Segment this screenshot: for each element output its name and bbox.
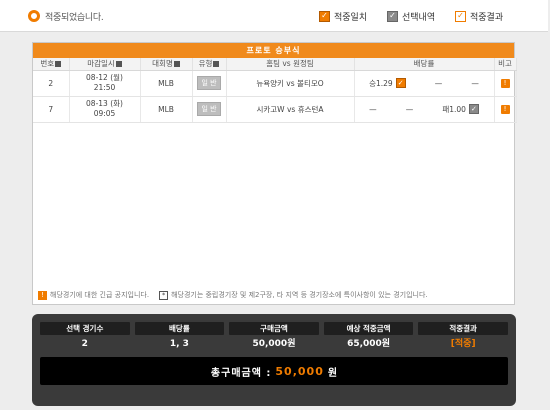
summary-expected: 예상 적중금액 65,000원 — [323, 322, 414, 353]
summary-result: 적중결과 [적중] — [418, 322, 508, 353]
row-league: MLB — [140, 96, 193, 123]
summary-value: [적중] — [450, 339, 476, 349]
odds-win-value: 승1.29 — [369, 78, 393, 88]
total-unit: 원 — [327, 367, 338, 379]
summary-purchase: 구매금액 50,000원 — [229, 322, 319, 353]
summary-value: 65,000원 — [347, 339, 391, 349]
selected-check-icon: ✓ — [468, 104, 479, 114]
summary-panel: 선택 경기수 2 배당률 1, 3 구매금액 50,000원 예상 적중금액 6… — [32, 314, 516, 406]
sort-icon[interactable] — [173, 61, 180, 68]
result-message: 적중되었습니다. — [45, 13, 104, 23]
note-alert-icon[interactable]: ! — [500, 105, 510, 114]
col-league[interactable]: 대회명 — [140, 58, 193, 71]
neutral-venue-icon: * — [159, 290, 169, 300]
urgent-notice-icon: ! — [38, 290, 47, 300]
checkbox-orange-icon: ✓ — [319, 10, 330, 22]
col-number[interactable]: 번호 — [33, 58, 70, 71]
summary-games: 선택 경기수 2 — [40, 322, 130, 353]
row-date: 08-12 (월) — [86, 73, 123, 82]
col-deadline[interactable]: 마감일시 — [69, 58, 141, 71]
hit-check-icon: ✓ — [395, 78, 406, 88]
col-note: 비고 — [494, 58, 517, 71]
checkbox-outline-icon: ✓ — [455, 10, 466, 22]
table-header-row: 번호 마감일시 대회명 유형 홈팀 vs 원정팀 배당률 비고 — [33, 58, 517, 71]
odds-lose-value: 패1.00 — [442, 104, 466, 114]
summary-label: 예상 적중금액 — [323, 322, 414, 335]
legend-label: 선택내역 — [402, 12, 436, 23]
note-alert-icon[interactable]: ! — [500, 79, 510, 88]
odds-lose[interactable]: 패1.00 ✓ — [442, 104, 479, 115]
panel-title: 프로토 승부식 — [33, 43, 514, 58]
notice-left-text: 해당경기에 대한 긴급 공지입니다. — [50, 291, 150, 299]
summary-value: 1, 3 — [169, 339, 189, 349]
legend-hit-result: ✓ 적중결과 — [455, 10, 504, 23]
row-match: 시카고W vs 휴스턴A — [226, 96, 355, 123]
summary-value: 50,000원 — [252, 339, 296, 349]
col-type[interactable]: 유형 — [192, 58, 227, 71]
odds-draw: — — [405, 104, 414, 114]
notice-bar: ! 해당경기에 대한 긴급 공지입니다. * 해당경기는 중립경기장 및 제2구… — [38, 288, 512, 302]
notice-right-text: 해당경기는 중립경기장 및 제2구장, 타 지역 등 경기장소에 특이사항이 있… — [171, 291, 428, 299]
summary-odds: 배당률 1, 3 — [134, 322, 225, 353]
row-league: MLB — [140, 70, 193, 97]
col-match: 홈팀 vs 원정팀 — [226, 58, 355, 71]
total-purchase-bar: 총구매금액 : 50,000 원 — [40, 357, 508, 385]
summary-label: 선택 경기수 — [40, 322, 130, 335]
row-date: 08-13 (화) — [86, 99, 123, 108]
col-odds: 배당률 — [354, 58, 495, 71]
legend-label: 적중결과 — [470, 12, 504, 23]
row-time: 21:50 — [93, 83, 116, 92]
summary-label: 적중결과 — [418, 322, 508, 335]
row-type: 일 반 — [192, 96, 227, 123]
sort-icon[interactable] — [55, 61, 62, 68]
row-odds: — — 패1.00 ✓ — [354, 96, 495, 123]
legend-selection: ✓ 선택내역 — [387, 10, 436, 23]
status-ring-icon — [28, 10, 40, 22]
row-deadline: 08-12 (월) 21:50 — [69, 70, 141, 97]
table-row: 7 08-13 (화) 09:05 MLB 일 반 시카고W vs 휴스턴A —… — [33, 96, 517, 123]
row-time: 09:05 — [93, 109, 116, 118]
odds-win[interactable]: 승1.29 ✓ — [369, 78, 406, 89]
row-odds: 승1.29 ✓ — — — [354, 70, 495, 97]
odds-draw: — — [434, 78, 443, 88]
summary-label: 구매금액 — [229, 322, 319, 335]
sort-icon[interactable] — [115, 61, 122, 68]
bet-table: 번호 마감일시 대회명 유형 홈팀 vs 원정팀 배당률 비고 2 08-12 … — [33, 58, 517, 123]
row-note: ! — [494, 70, 517, 97]
odds-win: — — [369, 104, 377, 114]
row-number: 2 — [33, 70, 70, 97]
result-header: 적중되었습니다. ✓ 적중일치 ✓ 선택내역 ✓ 적중결과 — [0, 0, 548, 32]
legend-label: 적중일치 — [334, 12, 368, 23]
row-match: 뉴욕양키 vs 볼티모O — [226, 70, 355, 97]
legend-hit-match: ✓ 적중일치 — [319, 10, 368, 23]
row-number: 7 — [33, 96, 70, 123]
summary-value: 2 — [81, 339, 88, 349]
type-badge: 일 반 — [197, 76, 221, 90]
table-row: 2 08-12 (월) 21:50 MLB 일 반 뉴욕양키 vs 볼티모O 승… — [33, 70, 517, 97]
row-note: ! — [494, 96, 517, 123]
bet-panel: 프로토 승부식 번호 마감일시 대회명 유형 홈팀 vs 원정팀 배당률 비고 … — [32, 42, 517, 305]
odds-lose: — — [471, 78, 479, 88]
summary-grid: 선택 경기수 2 배당률 1, 3 구매금액 50,000원 예상 적중금액 6… — [40, 322, 508, 353]
summary-label: 배당률 — [134, 322, 225, 335]
sort-icon[interactable] — [213, 61, 220, 68]
row-deadline: 08-13 (화) 09:05 — [69, 96, 141, 123]
type-badge: 일 반 — [197, 102, 221, 116]
total-label: 총구매금액 : — [210, 367, 272, 379]
checkbox-gray-icon: ✓ — [387, 10, 398, 22]
total-value: 50,000 — [275, 364, 324, 378]
row-type: 일 반 — [192, 70, 227, 97]
